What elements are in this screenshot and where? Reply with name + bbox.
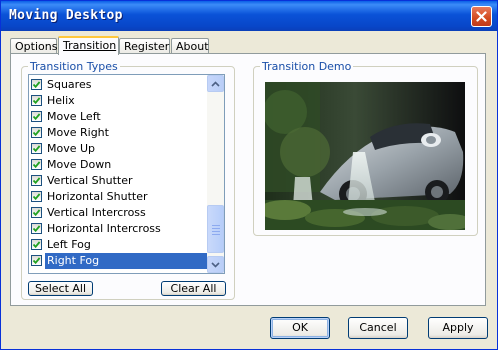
tab-register[interactable]: Register: [119, 38, 170, 53]
check-icon: [32, 209, 41, 217]
ok-button[interactable]: OK: [270, 317, 330, 339]
list-item-label: Horizontal Intercross: [47, 222, 161, 235]
list-scrollbar[interactable]: [207, 75, 224, 273]
list-item[interactable]: Move Right: [29, 125, 207, 141]
grip-line: [212, 228, 220, 229]
check-icon: [32, 177, 41, 185]
list-item-label: Move Up: [47, 142, 96, 155]
list-item-label: Move Down: [47, 158, 112, 171]
scroll-down-button[interactable]: [207, 256, 224, 273]
checkbox[interactable]: [31, 239, 42, 250]
list-item[interactable]: Squares: [29, 77, 207, 93]
select-all-button[interactable]: Select All: [28, 281, 93, 296]
check-icon: [32, 129, 41, 137]
select-all-label: Select All: [34, 282, 87, 295]
grip-line: [212, 225, 220, 226]
checkbox[interactable]: [31, 159, 42, 170]
list-item[interactable]: Vertical Intercross: [29, 205, 207, 221]
dialog-window: Moving Desktop Options Transition Regist…: [0, 0, 498, 350]
list-item-selected[interactable]: Right Fog: [29, 253, 207, 269]
tab-register-label: Register: [124, 40, 170, 53]
cancel-label: Cancel: [359, 321, 397, 334]
tab-transition-label: Transition: [63, 39, 117, 52]
checkbox[interactable]: [31, 207, 42, 218]
transition-types-title: Transition Types: [28, 60, 120, 73]
checkbox[interactable]: [31, 175, 42, 186]
checkbox[interactable]: [31, 223, 42, 234]
list-item-label: Squares: [47, 78, 92, 91]
close-icon: [476, 11, 487, 22]
chevron-up-icon: [211, 80, 220, 87]
clear-all-button[interactable]: Clear All: [161, 281, 226, 296]
scroll-thumb[interactable]: [207, 205, 224, 253]
checkbox[interactable]: [31, 143, 42, 154]
tab-transition[interactable]: Transition: [58, 36, 119, 55]
list-item[interactable]: Horizontal Shutter: [29, 189, 207, 205]
check-icon: [32, 257, 41, 265]
list-item-label: Right Fog: [45, 253, 207, 269]
list-item-label: Vertical Intercross: [47, 206, 146, 219]
check-icon: [32, 241, 41, 249]
tab-about-label: About: [176, 40, 209, 53]
checkbox[interactable]: [31, 111, 42, 122]
check-icon: [32, 225, 41, 233]
close-button[interactable]: [471, 6, 492, 27]
title-bar[interactable]: Moving Desktop: [1, 1, 497, 31]
check-icon: [32, 145, 41, 153]
check-icon: [32, 81, 41, 89]
grip-line: [212, 231, 220, 232]
demo-preview-graphic: [265, 82, 465, 230]
transition-list-items: Squares Helix Move Left Move Right Move …: [29, 77, 207, 269]
chevron-down-icon: [211, 261, 220, 268]
list-item[interactable]: Horizontal Intercross: [29, 221, 207, 237]
window-title: Moving Desktop: [9, 8, 123, 23]
list-item[interactable]: Move Up: [29, 141, 207, 157]
apply-button[interactable]: Apply: [428, 317, 488, 339]
ok-label: OK: [292, 321, 308, 334]
tab-about[interactable]: About: [171, 38, 209, 53]
list-item[interactable]: Vertical Shutter: [29, 173, 207, 189]
cancel-button[interactable]: Cancel: [348, 317, 408, 339]
scroll-up-button[interactable]: [207, 75, 224, 92]
list-item-label: Move Right: [47, 126, 109, 139]
tab-options-label: Options: [15, 40, 58, 53]
checkbox[interactable]: [31, 191, 42, 202]
list-item[interactable]: Move Down: [29, 157, 207, 173]
grip-line: [212, 234, 220, 235]
list-item-label: Move Left: [47, 110, 101, 123]
list-item-label: Horizontal Shutter: [47, 190, 148, 203]
checkbox[interactable]: [31, 95, 42, 106]
list-item-label: Helix: [47, 94, 75, 107]
checkbox[interactable]: [31, 127, 42, 138]
checkbox[interactable]: [31, 79, 42, 90]
check-icon: [32, 161, 41, 169]
apply-label: Apply: [442, 321, 474, 334]
transition-demo-title: Transition Demo: [260, 60, 354, 73]
list-item-label: Vertical Shutter: [47, 174, 133, 187]
tab-options[interactable]: Options: [10, 38, 57, 53]
transition-demo-image: [265, 82, 465, 230]
check-icon: [32, 113, 41, 121]
transition-types-list[interactable]: Squares Helix Move Left Move Right Move …: [28, 74, 225, 274]
checkbox[interactable]: [31, 255, 42, 266]
check-icon: [32, 97, 41, 105]
list-item[interactable]: Helix: [29, 93, 207, 109]
list-item[interactable]: Move Left: [29, 109, 207, 125]
list-item[interactable]: Left Fog: [29, 237, 207, 253]
list-item-label: Left Fog: [47, 238, 91, 251]
clear-all-label: Clear All: [170, 282, 217, 295]
check-icon: [32, 193, 41, 201]
